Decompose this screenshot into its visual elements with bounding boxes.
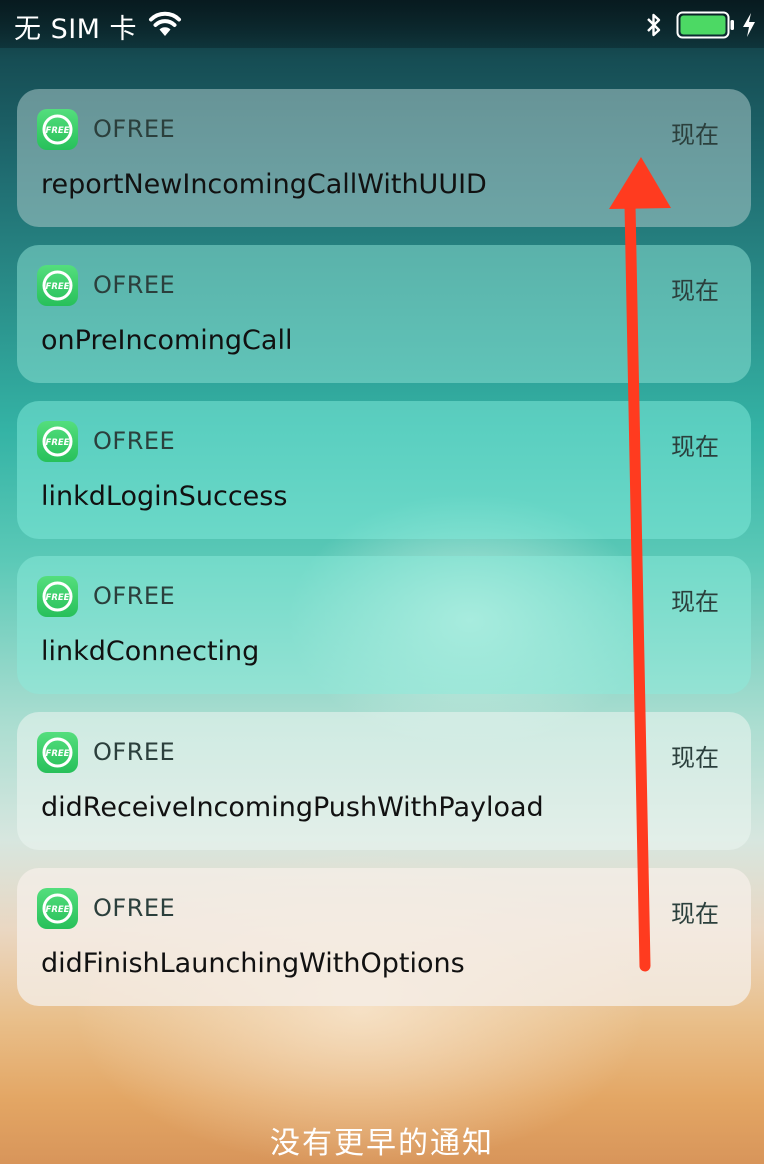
ofree-app-icon: FREE xyxy=(37,576,78,617)
notification-message: onPreIncomingCall xyxy=(41,325,293,356)
svg-text:FREE: FREE xyxy=(46,438,70,448)
notification-time: 现在 xyxy=(671,744,719,772)
status-bar: 无 SIM 卡 xyxy=(0,0,764,48)
notification-time: 现在 xyxy=(671,433,719,461)
notification-message: didReceiveIncomingPushWithPayload xyxy=(41,792,544,823)
notification-app-name: OFREE xyxy=(93,115,176,143)
svg-text:FREE: FREE xyxy=(46,126,70,136)
svg-text:FREE: FREE xyxy=(46,749,70,759)
wifi-icon xyxy=(149,11,181,36)
carrier-label: 无 SIM 卡 xyxy=(14,14,138,45)
ofree-app-icon: FREE xyxy=(37,265,78,306)
notification-app-name: OFREE xyxy=(93,582,176,610)
ofree-app-icon: FREE xyxy=(37,421,78,462)
notification-message: linkdConnecting xyxy=(41,636,260,667)
notification-app-name: OFREE xyxy=(93,271,176,299)
notification-card[interactable]: FREE OFREE 现在 linkdConnecting xyxy=(17,556,751,694)
notification-card[interactable]: FREE OFREE 现在 didReceiveIncomingPushWith… xyxy=(17,712,751,850)
notification-card[interactable]: FREE OFREE 现在 reportNewIncomingCallWithU… xyxy=(17,89,751,227)
ofree-app-icon: FREE xyxy=(37,888,78,929)
ofree-app-icon: FREE xyxy=(37,109,78,150)
ofree-app-icon: FREE xyxy=(37,732,78,773)
no-older-notifications-label: 没有更早的通知 xyxy=(270,1126,494,1161)
notification-app-name: OFREE xyxy=(93,894,176,922)
notification-time: 现在 xyxy=(671,121,719,149)
charging-bolt-icon xyxy=(743,13,755,37)
notification-card[interactable]: FREE OFREE 现在 didFinishLaunchingWithOpti… xyxy=(17,868,751,1006)
notification-time: 现在 xyxy=(671,277,719,305)
notification-time: 现在 xyxy=(671,900,719,928)
notification-message: reportNewIncomingCallWithUUID xyxy=(41,169,487,200)
svg-text:FREE: FREE xyxy=(46,282,70,292)
notification-message: didFinishLaunchingWithOptions xyxy=(41,948,465,979)
notification-app-name: OFREE xyxy=(93,738,176,766)
notification-message: linkdLoginSuccess xyxy=(41,481,288,512)
notification-time: 现在 xyxy=(671,588,719,616)
svg-text:FREE: FREE xyxy=(46,905,70,915)
notification-app-name: OFREE xyxy=(93,427,176,455)
notification-card[interactable]: FREE OFREE 现在 linkdLoginSuccess xyxy=(17,401,751,539)
battery-icon xyxy=(676,11,734,39)
svg-text:FREE: FREE xyxy=(46,593,70,603)
bluetooth-icon xyxy=(647,13,661,37)
notification-card[interactable]: FREE OFREE 现在 onPreIncomingCall xyxy=(17,245,751,383)
